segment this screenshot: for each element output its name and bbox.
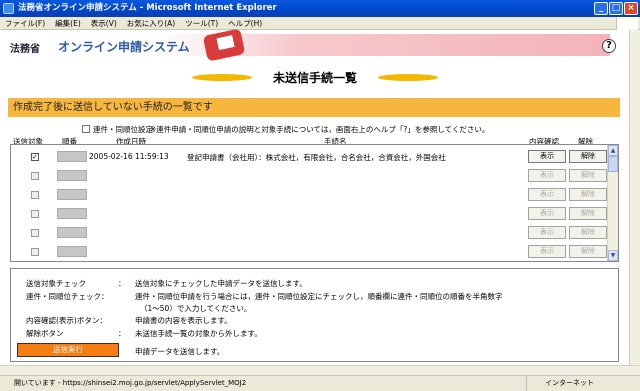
windows-logo-icon bbox=[616, 17, 638, 30]
view-button[interactable]: 表示 bbox=[528, 207, 566, 220]
table-row: 表示 解除 bbox=[11, 204, 607, 223]
send-checkbox[interactable] bbox=[31, 229, 39, 237]
up-arrow-icon[interactable]: ▲ bbox=[608, 145, 618, 156]
help-icon[interactable]: ? bbox=[602, 39, 616, 53]
link-setting-checkbox[interactable] bbox=[82, 125, 90, 133]
status-text: 開いています - https://shinsei2.moj.go.jp/serv… bbox=[14, 379, 247, 387]
site-header: 法務省 オンライン申請システム ? bbox=[0, 28, 628, 62]
link-setting-option[interactable]: 連件・同順位設定 bbox=[82, 124, 153, 135]
send-checkbox[interactable]: ✓ bbox=[31, 153, 39, 161]
page-title: 未送信手続一覧 bbox=[272, 71, 357, 85]
menu-bar: ファイル(F) 編集(E) 表示(V) お気に入り(A) ツール(T) ヘルプ(H) bbox=[0, 17, 640, 30]
view-button[interactable]: 表示 bbox=[528, 188, 566, 201]
cancel-button[interactable]: 解除 bbox=[569, 169, 607, 182]
view-button[interactable]: 表示 bbox=[528, 245, 566, 258]
ministry-name: 法務省 bbox=[10, 44, 40, 55]
help-link-desc: 連件・同順位申請を行う場合には，連件・同順位設定にチェックし，順番欄に連件・同順… bbox=[135, 292, 503, 301]
list-scrollbar[interactable]: ▲ ▼ bbox=[607, 145, 618, 261]
order-input[interactable] bbox=[57, 208, 87, 219]
menu-tools[interactable]: ツール(T) bbox=[180, 17, 223, 30]
horizontal-scrollbar[interactable] bbox=[0, 365, 640, 375]
send-execute-desc: 申請データを送信します。 bbox=[135, 347, 225, 356]
table-row: 表示 解除 bbox=[11, 185, 607, 204]
pending-list: ✓ 2005-02-16 11:59:13 登記申請書（会社用）：株式会社，有限… bbox=[10, 144, 619, 262]
help-send-desc: 送信対象にチェックした申請データを送信します。 bbox=[135, 279, 307, 288]
order-input[interactable] bbox=[57, 189, 87, 200]
window-title: 法務省オンライン申請システム - Microsoft Internet Expl… bbox=[18, 3, 277, 13]
order-input[interactable] bbox=[57, 170, 87, 181]
procedure-name: 登記申請書（会社用）：株式会社，有限会社，合名会社，合資会社，外国会社 bbox=[187, 153, 446, 162]
window-titlebar[interactable]: 法務省オンライン申請システム - Microsoft Internet Expl… bbox=[0, 0, 640, 17]
view-button[interactable]: 表示 bbox=[528, 226, 566, 239]
menu-favorites[interactable]: お気に入り(A) bbox=[122, 17, 180, 30]
table-row: 表示 解除 bbox=[11, 166, 607, 185]
send-checkbox[interactable] bbox=[31, 191, 39, 199]
menu-file[interactable]: ファイル(F) bbox=[0, 17, 50, 30]
send-execute-button[interactable]: 送信実行 bbox=[17, 343, 119, 357]
link-setting-note: ※連件申請・同順位申請の説明と対象手続については，画面右上のヘルプ「?」を参照し… bbox=[150, 125, 490, 134]
order-input[interactable] bbox=[57, 151, 87, 162]
maximize-button[interactable]: □ bbox=[609, 2, 623, 15]
help-link-label: 連件・同順位チェック： bbox=[26, 292, 109, 301]
system-name: オンライン申請システム bbox=[58, 40, 190, 54]
table-row: ✓ 2005-02-16 11:59:13 登記申請書（会社用）：株式会社，有限… bbox=[11, 147, 607, 166]
link-setting-label: 連件・同順位設定 bbox=[93, 125, 153, 134]
help-view-desc: 申請書の内容を表示します。 bbox=[135, 316, 232, 325]
send-checkbox[interactable] bbox=[31, 210, 39, 218]
internet-zone: インターネット bbox=[526, 376, 636, 391]
help-send-label: 送信対象チェック bbox=[26, 279, 86, 288]
send-checkbox[interactable] bbox=[31, 172, 39, 180]
cancel-button[interactable]: 解除 bbox=[569, 245, 607, 258]
down-arrow-icon[interactable]: ▼ bbox=[608, 250, 618, 261]
minimize-button[interactable]: _ bbox=[594, 2, 608, 15]
page-title-banner: 未送信手続一覧 bbox=[170, 66, 460, 88]
table-row: 表示 解除 bbox=[11, 223, 607, 242]
menu-help[interactable]: ヘルプ(H) bbox=[223, 17, 267, 30]
cancel-button[interactable]: 解除 bbox=[569, 150, 607, 163]
help-link-desc-2: （1～50）で入力してください。 bbox=[140, 304, 252, 313]
cancel-button[interactable]: 解除 bbox=[569, 226, 607, 239]
menu-view[interactable]: 表示(V) bbox=[86, 17, 122, 30]
scroll-thumb[interactable] bbox=[608, 156, 618, 172]
cancel-button[interactable]: 解除 bbox=[569, 207, 607, 220]
menu-edit[interactable]: 編集(E) bbox=[50, 17, 86, 30]
help-view-label: 内容確認(表示)ボタン： bbox=[26, 316, 107, 325]
help-colon: ： bbox=[118, 279, 126, 288]
order-input[interactable] bbox=[57, 246, 87, 257]
help-cancel-desc: 未送信手続一覧の対象から外します。 bbox=[135, 329, 262, 338]
created-date: 2005-02-16 11:59:13 bbox=[89, 152, 169, 161]
cancel-button[interactable]: 解除 bbox=[569, 188, 607, 201]
help-colon: ： bbox=[118, 329, 126, 338]
help-cancel-label: 解除ボタン bbox=[26, 329, 64, 338]
page-scrollbar[interactable] bbox=[629, 30, 640, 366]
view-button[interactable]: 表示 bbox=[528, 169, 566, 182]
close-button[interactable]: × bbox=[624, 2, 638, 15]
status-bar: 開いています - https://shinsei2.moj.go.jp/serv… bbox=[0, 375, 640, 391]
table-row: 表示 解除 bbox=[11, 242, 607, 261]
order-input[interactable] bbox=[57, 227, 87, 238]
ie-icon bbox=[3, 3, 14, 14]
send-checkbox[interactable] bbox=[31, 248, 39, 256]
page-subtitle: 作成完了後に送信していない手続の一覧です bbox=[8, 98, 620, 117]
view-button[interactable]: 表示 bbox=[528, 150, 566, 163]
